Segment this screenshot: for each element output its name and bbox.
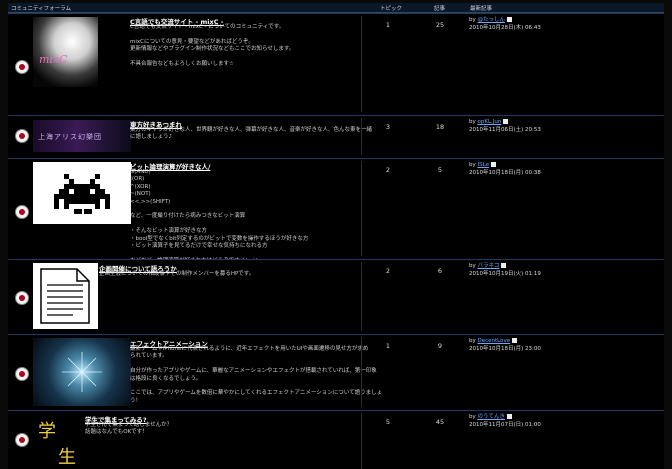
column-divider	[361, 262, 362, 331]
forum-status-icon	[15, 433, 29, 447]
post-count: 25	[435, 21, 445, 29]
column-divider	[361, 161, 362, 256]
forum-row: 企画開催について語ろうか 企画全般についての相談事やその制作メンバーを募るHPで…	[8, 259, 664, 335]
forum-status-icon	[15, 367, 29, 381]
forum-description: C言語でも交流サイト - mixC - についてのコミュニティです。 mixCに…	[130, 24, 295, 68]
latest-user-link[interactable]: @たっしん	[478, 17, 506, 23]
post-count: 18	[435, 123, 445, 131]
forum-row: mixC C言語でも交流サイト - mixC - C言語でも交流サイト - mi…	[8, 13, 664, 116]
column-header-topics: トピック	[380, 6, 403, 12]
post-count: 45	[435, 418, 445, 426]
latest-post: by @たっしん 2010年10月28日(木) 06:43	[469, 17, 541, 32]
forum-header: コミュニティフォーラム トピック 記事 最新記事	[8, 3, 664, 13]
space-invader-icon	[54, 174, 110, 214]
topic-count: 1	[385, 21, 391, 29]
topic-count: 2	[385, 166, 391, 174]
forum-description: 最新ゲームやiPhoneに代表されるように、近年エフェクトを用いたUIや画面遷移…	[130, 346, 383, 404]
forum-status-icon	[15, 205, 29, 219]
column-divider	[361, 16, 362, 112]
latest-date: 2010年10月18日(月) 00:38	[469, 169, 541, 176]
latest-user-link[interactable]: ISLe	[478, 162, 489, 168]
forum-thumbnail[interactable]: mixC	[33, 17, 98, 87]
forum-description: 学生さんで集まって話しませんか？ 話題はなんでもOKです！	[85, 422, 173, 436]
topic-count: 2	[385, 267, 391, 275]
latest-post: by opKL.Jun 2010年11月06日(土) 20:53	[469, 119, 541, 134]
latest-by-label: by	[469, 263, 476, 269]
community-forum: コミュニティフォーラム トピック 記事 最新記事 mixC C言語でも交流サイト…	[0, 0, 672, 469]
latest-post: by ISLe 2010年10月18日(月) 00:38	[469, 162, 541, 177]
sparkle-effect-icon	[62, 352, 102, 392]
thumbnail-kanji-1: 学	[38, 421, 56, 442]
thumbnail-kanji-2: 生	[58, 447, 76, 468]
page-icon	[501, 263, 507, 268]
latest-by-label: by	[469, 17, 476, 23]
document-icon	[40, 268, 90, 324]
forum-description: 企画全般についての相談事やその制作メンバーを募るHPです。	[99, 271, 255, 277]
latest-post: by DecentLove 2010年10月18日(月) 23:00	[469, 338, 541, 353]
column-header-latest: 最新記事	[470, 6, 493, 12]
topic-count: 3	[385, 123, 391, 131]
post-count: 6	[437, 267, 443, 275]
latest-date: 2010年10月19日(火) 01:19	[469, 270, 541, 277]
column-divider	[361, 118, 362, 155]
forum-description: 東方のキャラが好きな人、世界観が好きな人、弾幕が好きな人、音楽が好きな人、色んな…	[130, 127, 373, 141]
forum-row: ビット論理演算が好きな人/ &(AND) |(OR) ^(XOR) ~(NOT)…	[8, 158, 664, 264]
latest-by-label: by	[469, 338, 476, 344]
forum-thumbnail[interactable]	[33, 263, 98, 329]
forum-status-icon	[15, 129, 29, 143]
latest-user-link[interactable]: バラネコ	[478, 263, 500, 269]
column-header-posts: 記事	[434, 6, 446, 12]
post-count: 5	[437, 166, 443, 174]
latest-by-label: by	[469, 414, 476, 420]
forum-status-icon	[15, 291, 29, 305]
page-icon	[512, 338, 518, 343]
page-icon	[503, 119, 509, 124]
topic-count: 1	[385, 342, 391, 350]
forum-header-title: コミュニティフォーラム	[11, 6, 72, 12]
forum-row: エフェクトアニメーション 最新ゲームやiPhoneに代表されるように、近年エフェ…	[8, 334, 664, 411]
thumbnail-logo-text: 上海アリス幻樂団	[38, 133, 102, 141]
latest-date: 2010年10月28日(木) 06:43	[469, 24, 541, 31]
latest-date: 2010年10月18日(月) 23:00	[469, 345, 541, 352]
page-icon	[490, 162, 496, 167]
latest-post: by のうてんき 2010年11月07日(日) 01:00	[469, 414, 541, 429]
latest-date: 2010年11月07日(日) 01:00	[469, 421, 541, 428]
latest-post: by バラネコ 2010年10月19日(火) 01:19	[469, 263, 541, 278]
forum-thumbnail[interactable]	[33, 338, 131, 406]
forum-row: 学 生 学生で集まってみる? 学生さんで集まって話しませんか？ 話題はなんでもO…	[8, 410, 664, 469]
forum-thumbnail[interactable]	[33, 162, 131, 224]
latest-user-link[interactable]: DecentLove	[478, 338, 511, 344]
forum-description: &(AND) |(OR) ^(XOR) ~(NOT) <<,>>(SHIFT) …	[130, 169, 309, 264]
topic-count: 5	[385, 418, 391, 426]
latest-user-link[interactable]: のうてんき	[478, 414, 506, 420]
forum-row: 上海アリス幻樂団 東方好きあつまれ 東方のキャラが好きな人、世界観が好きな人、弾…	[8, 115, 664, 159]
latest-by-label: by	[469, 162, 476, 168]
forum-thumbnail[interactable]: 上海アリス幻樂団	[33, 120, 131, 152]
latest-by-label: by	[469, 119, 476, 125]
latest-date: 2010年11月06日(土) 20:53	[469, 126, 541, 133]
page-icon	[507, 414, 513, 419]
latest-user-link[interactable]: opKL.Jun	[478, 119, 502, 125]
forum-thumbnail[interactable]: 学 生	[33, 413, 83, 469]
column-divider	[361, 413, 362, 469]
forum-status-icon	[15, 60, 29, 74]
column-divider	[361, 337, 362, 407]
page-icon	[507, 17, 513, 22]
post-count: 9	[437, 342, 443, 350]
thumbnail-logo-text: mixC	[39, 53, 68, 66]
